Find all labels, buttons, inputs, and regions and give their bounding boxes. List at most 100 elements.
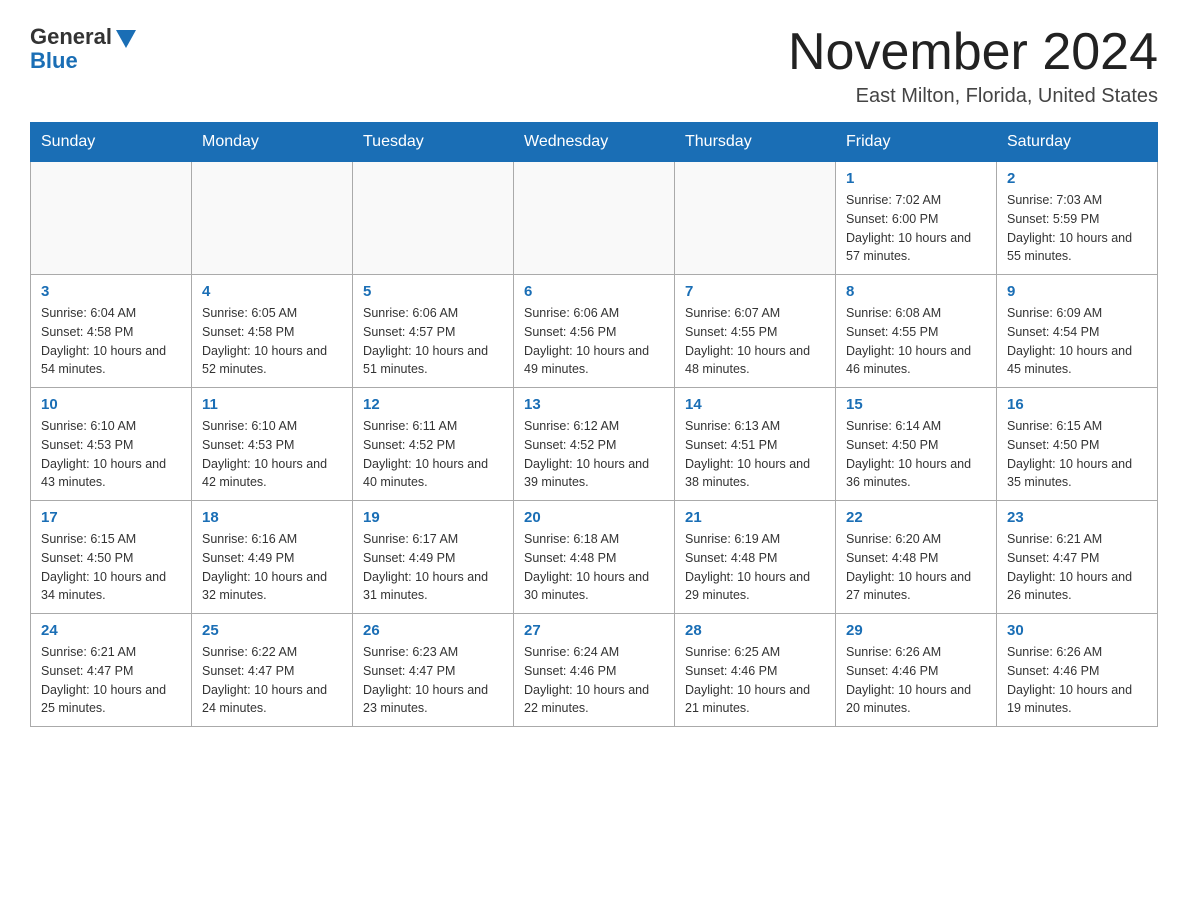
calendar-cell: 13 Sunrise: 6:12 AM Sunset: 4:52 PM Dayli…: [514, 388, 675, 501]
day-info: Sunrise: 6:06 AM Sunset: 4:56 PM Dayligh…: [524, 304, 664, 379]
day-info: Sunrise: 6:26 AM Sunset: 4:46 PM Dayligh…: [1007, 643, 1147, 718]
calendar-cell: 20 Sunrise: 6:18 AM Sunset: 4:48 PM Dayli…: [514, 501, 675, 614]
day-info: Sunrise: 6:10 AM Sunset: 4:53 PM Dayligh…: [41, 417, 181, 492]
day-number: 10: [41, 396, 181, 413]
day-number: 14: [685, 396, 825, 413]
day-number: 5: [363, 283, 503, 300]
day-info: Sunrise: 6:05 AM Sunset: 4:58 PM Dayligh…: [202, 304, 342, 379]
day-number: 8: [846, 283, 986, 300]
day-info: Sunrise: 6:20 AM Sunset: 4:48 PM Dayligh…: [846, 530, 986, 605]
calendar-cell: 28Sunrise: 6:25 AM Sunset: 4:46 PM Dayli…: [675, 614, 836, 727]
day-number: 27: [524, 622, 664, 639]
day-info: Sunrise: 6:19 AM Sunset: 4:48 PM Dayligh…: [685, 530, 825, 605]
calendar-week-row: 3 Sunrise: 6:04 AM Sunset: 4:58 PM Daylig…: [31, 275, 1158, 388]
day-number: 23: [1007, 509, 1147, 526]
calendar-cell: 4 Sunrise: 6:05 AM Sunset: 4:58 PM Daylig…: [192, 275, 353, 388]
page-header: General Blue November 2024 East Milton, …: [30, 24, 1158, 108]
calendar-cell: 24 Sunrise: 6:21 AM Sunset: 4:47 PM Dayli…: [31, 614, 192, 727]
day-number: 25: [202, 622, 342, 639]
title-area: November 2024 East Milton, Florida, Unit…: [788, 24, 1158, 108]
calendar-header-thursday: Thursday: [675, 123, 836, 162]
calendar-cell: 30 Sunrise: 6:26 AM Sunset: 4:46 PM Dayli…: [997, 614, 1158, 727]
calendar-cell: 19Sunrise: 6:17 AM Sunset: 4:49 PM Dayli…: [353, 501, 514, 614]
day-info: Sunrise: 6:07 AM Sunset: 4:55 PM Dayligh…: [685, 304, 825, 379]
day-number: 29: [846, 622, 986, 639]
day-info: Sunrise: 6:04 AM Sunset: 4:58 PM Dayligh…: [41, 304, 181, 379]
calendar-cell: 11 Sunrise: 6:10 AM Sunset: 4:53 PM Dayli…: [192, 388, 353, 501]
day-number: 9: [1007, 283, 1147, 300]
calendar-header-wednesday: Wednesday: [514, 123, 675, 162]
calendar-cell: 7 Sunrise: 6:07 AM Sunset: 4:55 PM Daylig…: [675, 275, 836, 388]
calendar-header-saturday: Saturday: [997, 123, 1158, 162]
day-info: Sunrise: 6:13 AM Sunset: 4:51 PM Dayligh…: [685, 417, 825, 492]
day-info: Sunrise: 6:21 AM Sunset: 4:47 PM Dayligh…: [41, 643, 181, 718]
day-number: 30: [1007, 622, 1147, 639]
calendar-cell: [514, 162, 675, 275]
day-info: Sunrise: 6:25 AM Sunset: 4:46 PM Dayligh…: [685, 643, 825, 718]
calendar-header-sunday: Sunday: [31, 123, 192, 162]
calendar-header-friday: Friday: [836, 123, 997, 162]
day-info: Sunrise: 6:16 AM Sunset: 4:49 PM Dayligh…: [202, 530, 342, 605]
calendar-cell: 6 Sunrise: 6:06 AM Sunset: 4:56 PM Daylig…: [514, 275, 675, 388]
calendar-cell: [192, 162, 353, 275]
calendar-cell: 16Sunrise: 6:15 AM Sunset: 4:50 PM Dayli…: [997, 388, 1158, 501]
logo-general-text: General: [30, 24, 112, 50]
day-number: 24: [41, 622, 181, 639]
day-number: 20: [524, 509, 664, 526]
day-info: Sunrise: 6:10 AM Sunset: 4:53 PM Dayligh…: [202, 417, 342, 492]
day-info: Sunrise: 6:12 AM Sunset: 4:52 PM Dayligh…: [524, 417, 664, 492]
day-info: Sunrise: 6:06 AM Sunset: 4:57 PM Dayligh…: [363, 304, 503, 379]
day-number: 7: [685, 283, 825, 300]
calendar-cell: 21 Sunrise: 6:19 AM Sunset: 4:48 PM Dayli…: [675, 501, 836, 614]
day-number: 4: [202, 283, 342, 300]
day-number: 18: [202, 509, 342, 526]
day-info: Sunrise: 6:08 AM Sunset: 4:55 PM Dayligh…: [846, 304, 986, 379]
day-number: 26: [363, 622, 503, 639]
calendar-cell: [31, 162, 192, 275]
day-number: 3: [41, 283, 181, 300]
calendar-header-monday: Monday: [192, 123, 353, 162]
day-info: Sunrise: 6:24 AM Sunset: 4:46 PM Dayligh…: [524, 643, 664, 718]
location: East Milton, Florida, United States: [788, 85, 1158, 108]
day-info: Sunrise: 7:03 AM Sunset: 5:59 PM Dayligh…: [1007, 191, 1147, 266]
calendar-cell: 26 Sunrise: 6:23 AM Sunset: 4:47 PM Dayli…: [353, 614, 514, 727]
day-number: 12: [363, 396, 503, 413]
calendar-cell: 17 Sunrise: 6:15 AM Sunset: 4:50 PM Dayli…: [31, 501, 192, 614]
day-info: Sunrise: 6:09 AM Sunset: 4:54 PM Dayligh…: [1007, 304, 1147, 379]
day-number: 11: [202, 396, 342, 413]
day-number: 17: [41, 509, 181, 526]
calendar-cell: 10 Sunrise: 6:10 AM Sunset: 4:53 PM Dayli…: [31, 388, 192, 501]
day-number: 2: [1007, 170, 1147, 187]
day-info: Sunrise: 6:26 AM Sunset: 4:46 PM Dayligh…: [846, 643, 986, 718]
calendar-cell: 2 Sunrise: 7:03 AM Sunset: 5:59 PM Daylig…: [997, 162, 1158, 275]
logo-blue-text: Blue: [30, 48, 78, 74]
day-info: Sunrise: 6:11 AM Sunset: 4:52 PM Dayligh…: [363, 417, 503, 492]
day-number: 21: [685, 509, 825, 526]
calendar-header-tuesday: Tuesday: [353, 123, 514, 162]
day-info: Sunrise: 7:02 AM Sunset: 6:00 PM Dayligh…: [846, 191, 986, 266]
day-number: 1: [846, 170, 986, 187]
day-number: 6: [524, 283, 664, 300]
day-number: 13: [524, 396, 664, 413]
calendar-cell: 25Sunrise: 6:22 AM Sunset: 4:47 PM Dayli…: [192, 614, 353, 727]
calendar-table: SundayMondayTuesdayWednesdayThursdayFrid…: [30, 122, 1158, 727]
day-info: Sunrise: 6:18 AM Sunset: 4:48 PM Dayligh…: [524, 530, 664, 605]
calendar-week-row: 10 Sunrise: 6:10 AM Sunset: 4:53 PM Dayli…: [31, 388, 1158, 501]
calendar-cell: 12 Sunrise: 6:11 AM Sunset: 4:52 PM Dayli…: [353, 388, 514, 501]
calendar-cell: 5 Sunrise: 6:06 AM Sunset: 4:57 PM Daylig…: [353, 275, 514, 388]
day-info: Sunrise: 6:15 AM Sunset: 4:50 PM Dayligh…: [41, 530, 181, 605]
calendar-cell: 23 Sunrise: 6:21 AM Sunset: 4:47 PM Dayli…: [997, 501, 1158, 614]
calendar-cell: 18 Sunrise: 6:16 AM Sunset: 4:49 PM Dayli…: [192, 501, 353, 614]
calendar-cell: 14 Sunrise: 6:13 AM Sunset: 4:51 PM Dayli…: [675, 388, 836, 501]
day-number: 15: [846, 396, 986, 413]
calendar-cell: 27 Sunrise: 6:24 AM Sunset: 4:46 PM Dayli…: [514, 614, 675, 727]
day-info: Sunrise: 6:14 AM Sunset: 4:50 PM Dayligh…: [846, 417, 986, 492]
calendar-cell: 9 Sunrise: 6:09 AM Sunset: 4:54 PM Daylig…: [997, 275, 1158, 388]
logo-arrow-icon: [116, 30, 136, 48]
calendar-cell: 29 Sunrise: 6:26 AM Sunset: 4:46 PM Dayli…: [836, 614, 997, 727]
calendar-cell: [675, 162, 836, 275]
day-info: Sunrise: 6:23 AM Sunset: 4:47 PM Dayligh…: [363, 643, 503, 718]
calendar-cell: 15 Sunrise: 6:14 AM Sunset: 4:50 PM Dayli…: [836, 388, 997, 501]
calendar-cell: 3 Sunrise: 6:04 AM Sunset: 4:58 PM Daylig…: [31, 275, 192, 388]
day-info: Sunrise: 6:21 AM Sunset: 4:47 PM Dayligh…: [1007, 530, 1147, 605]
